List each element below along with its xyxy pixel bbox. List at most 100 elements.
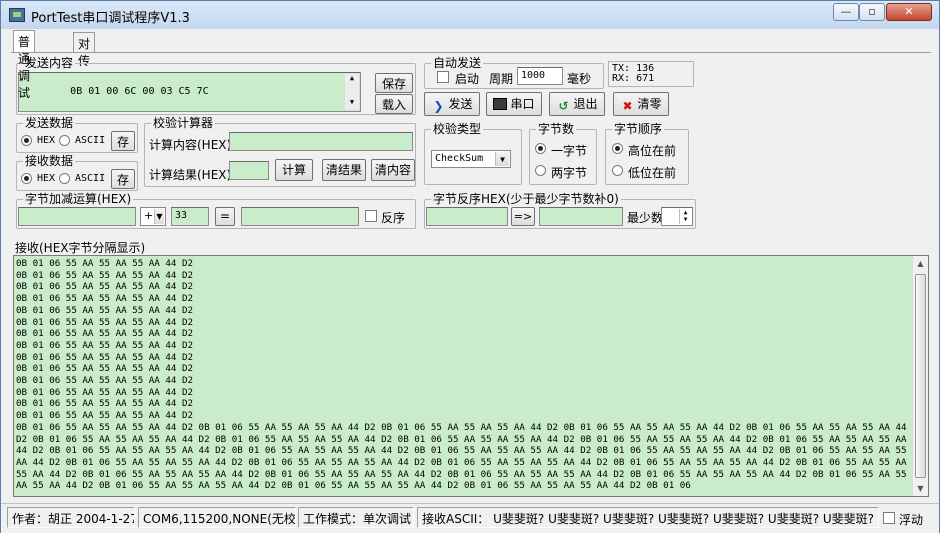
recv-data-save-button[interactable]: 存 (111, 169, 135, 189)
recv-data-title: 接收数据 (23, 154, 76, 168)
scroll-down-icon: ▼ (349, 98, 355, 106)
tab-normal-debug[interactable]: 普通调试 (13, 30, 36, 100)
send-ascii-radio[interactable] (59, 135, 70, 146)
low-first-label: 低位在前 (628, 166, 677, 180)
tab-panel: 发送内容 0B 01 00 6C 00 03 C5 7C ▲ ▼ 保存 载入 自动… (11, 52, 931, 238)
recv-ascii-label: ASCII (75, 173, 106, 184)
send-data-group: 发送数据 HEX ASCII 存 (16, 116, 138, 153)
status-port: COM6,115200,NONE(无校验) (138, 507, 296, 528)
receive-text: 0B 01 06 55 AA 55 AA 55 AA 44 D2 0B 01 0… (16, 258, 907, 492)
scroll-up-icon: ▲ (349, 74, 355, 82)
two-byte-radio[interactable] (535, 165, 546, 176)
period-unit-label: 毫秒 (567, 72, 592, 86)
clear-button[interactable]: ✖ 清零 (613, 92, 669, 116)
receive-textarea[interactable]: 0B 01 06 55 AA 55 AA 55 AA 44 D2 0B 01 0… (13, 255, 929, 497)
tx-rx-counter-box: TX: 136 RX: 671 (608, 61, 694, 87)
receive-scrollbar[interactable]: ▲ ▼ (912, 256, 928, 496)
clear-button-label: 清零 (637, 97, 662, 111)
status-author: 作者：胡正 2004-1-27 (7, 507, 135, 528)
send-content-group: 发送内容 0B 01 00 6C 00 03 C5 7C ▲ ▼ 保存 载入 (16, 56, 416, 115)
status-mode: 工作模式：单次调试 (298, 507, 414, 528)
checksum-calculator-group: 校验计算器 计算内容(HEX) 计算结果(HEX) 计算 清结果 清内容 (144, 116, 416, 187)
auto-send-checkbox[interactable] (437, 71, 449, 83)
arith-op-select[interactable]: + ▼ (140, 207, 166, 226)
check-type-title: 校验类型 (431, 122, 484, 136)
close-icon: ✕ (904, 5, 914, 18)
reverse-label: 反序 (381, 211, 406, 225)
byte-order-title: 字节顺序 (612, 122, 665, 136)
byte-arith-title: 字节加减运算(HEX) (23, 192, 134, 206)
min-count-spinner[interactable]: 6 ▲▼ (661, 207, 693, 226)
checksum-calculator-title: 校验计算器 (151, 116, 216, 130)
byte-count-title: 字节数 (536, 122, 577, 136)
send-data-save-button[interactable]: 存 (111, 131, 135, 151)
send-content-scrollbar[interactable]: ▲ ▼ (345, 74, 359, 110)
serial-port-app-icon (9, 8, 25, 22)
status-bar: 作者：胡正 2004-1-27 COM6,115200,NONE(无校验) 工作… (1, 503, 939, 533)
close-button[interactable]: ✕ (886, 3, 932, 21)
clear-result-button[interactable]: 清结果 (322, 159, 366, 181)
title-bar[interactable]: PortTest串口调试程序V1.3 — ▫ ✕ (1, 1, 939, 29)
send-button-label: 发送 (448, 97, 473, 111)
arith-value-input[interactable]: 33 (171, 207, 209, 226)
recv-hex-radio[interactable] (21, 173, 32, 184)
compute-button[interactable]: 计算 (275, 159, 313, 181)
chevron-down-icon: ▼ (154, 209, 164, 224)
minimize-button[interactable]: — (833, 3, 859, 21)
low-first-radio[interactable] (612, 165, 623, 176)
calc-content-input[interactable] (229, 132, 413, 151)
minimize-icon: — (840, 5, 852, 18)
float-checkbox[interactable] (883, 512, 895, 524)
calc-result-output[interactable] (229, 161, 269, 180)
send-hex-radio[interactable] (21, 135, 32, 146)
serial-port-icon (493, 98, 508, 110)
auto-send-group: 自动发送 启动 周期 1000 毫秒 (424, 56, 604, 89)
byte-arith-group: 字节加减运算(HEX) + ▼ 33 = 反序 (16, 192, 416, 229)
window-title: PortTest串口调试程序V1.3 (31, 11, 190, 26)
period-label: 周期 (489, 72, 514, 86)
load-send-button[interactable]: 载入 (375, 94, 413, 114)
one-byte-radio[interactable] (535, 143, 546, 154)
high-first-radio[interactable] (612, 143, 623, 154)
maximize-icon: ▫ (868, 5, 876, 18)
recv-ascii-radio[interactable] (59, 173, 70, 184)
arith-input[interactable] (18, 207, 136, 226)
status-ascii: 接收ASCII： U斐斐斑? U斐斐斑? U斐斐斑? U斐斐斑? U斐斐斑? U… (417, 507, 879, 528)
clear-content-button[interactable]: 清内容 (371, 159, 415, 181)
save-send-button[interactable]: 保存 (375, 73, 413, 93)
receive-label: 接收(HEX字节分隔显示) (15, 241, 146, 255)
clear-x-icon: ✖ (622, 99, 633, 113)
arith-result-output[interactable] (241, 207, 359, 226)
byte-reverse-title: 字节反序HEX(少于最少字节数补0) (431, 192, 621, 206)
chevron-down-icon: ▼ (495, 152, 509, 166)
byte-reverse-output[interactable] (539, 207, 623, 226)
exit-button[interactable]: ↺ 退出 (549, 92, 605, 116)
tab-mutual-test[interactable]: 对传测试 (73, 32, 96, 102)
high-first-label: 高位在前 (628, 144, 677, 158)
send-ascii-label: ASCII (75, 135, 106, 146)
port-button-label: 串口 (510, 97, 535, 111)
check-type-select[interactable]: CheckSum ▼ (431, 150, 511, 168)
maximize-button[interactable]: ▫ (859, 3, 885, 21)
byte-reverse-group: 字节反序HEX(少于最少字节数补0) => 最少数 6 ▲▼ (424, 192, 696, 229)
reverse-checkbox[interactable] (365, 210, 377, 222)
send-button[interactable]: ❯ 发送 (424, 92, 480, 116)
scroll-up-icon: ▲ (917, 259, 924, 268)
period-input[interactable]: 1000 (517, 67, 563, 85)
byte-reverse-input[interactable] (426, 207, 508, 226)
min-count-label: 最少数 (627, 211, 664, 225)
byte-reverse-go-button[interactable]: => (511, 207, 535, 226)
port-button[interactable]: 串口 (486, 92, 542, 116)
calc-content-label: 计算内容(HEX) (149, 138, 232, 152)
check-type-group: 校验类型 CheckSum ▼ (424, 122, 522, 185)
byte-count-group: 字节数 一字节 两字节 (529, 122, 597, 185)
send-data-title: 发送数据 (23, 116, 76, 130)
two-byte-label: 两字节 (551, 166, 588, 180)
recv-data-group: 接收数据 HEX ASCII 存 (16, 154, 138, 191)
scroll-thumb[interactable] (915, 274, 926, 478)
exit-arrow-icon: ↺ (558, 99, 569, 113)
arith-equals-button[interactable]: = (215, 207, 235, 226)
recv-hex-label: HEX (37, 173, 56, 184)
spinner-arrows-icon: ▲ ▼ (679, 209, 691, 224)
send-content-input[interactable]: 0B 01 00 6C 00 03 C5 7C ▲ ▼ (18, 72, 361, 112)
